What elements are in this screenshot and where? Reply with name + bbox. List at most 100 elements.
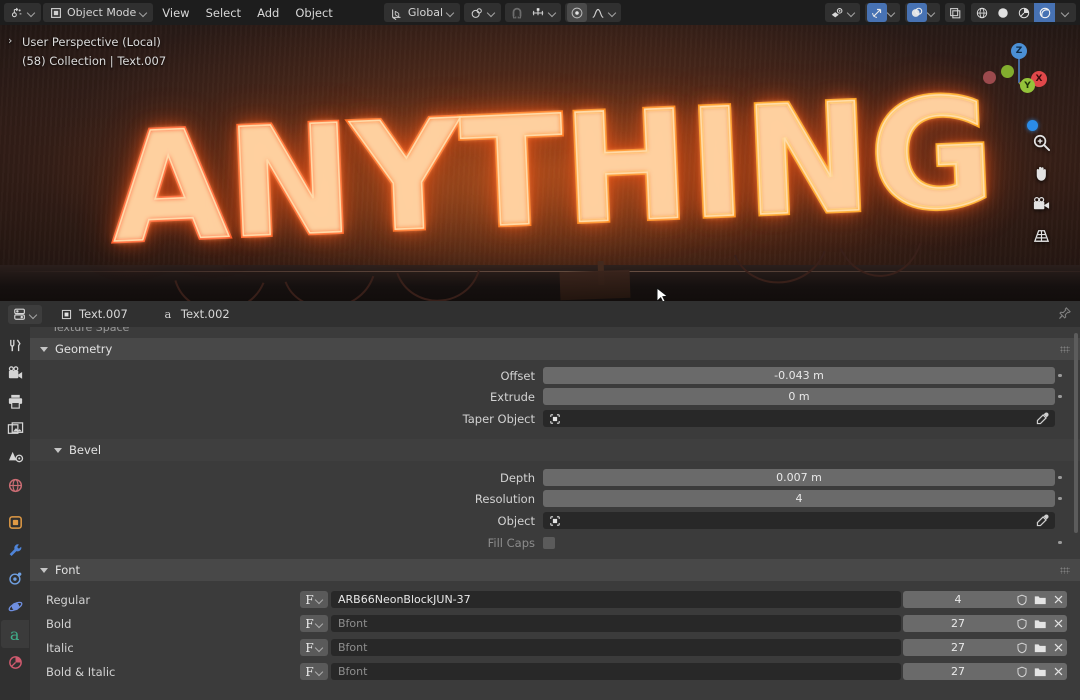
- unlink-font-button-bold-italic[interactable]: [1049, 663, 1067, 680]
- field-taper-object[interactable]: [543, 410, 1055, 427]
- user-count-regular[interactable]: 4: [903, 591, 1013, 608]
- tab-modifiers[interactable]: [1, 536, 29, 564]
- proportional-editing-toggle[interactable]: [567, 3, 587, 22]
- chevron-down-icon[interactable]: [848, 9, 855, 16]
- gizmo-axis-neg-z[interactable]: [1027, 120, 1038, 131]
- show-overlays-toggle[interactable]: [907, 3, 927, 22]
- neon-sign-object[interactable]: A N Y T H I N G A N Y T H I N G: [67, 47, 1016, 301]
- field-bevel-object[interactable]: [543, 512, 1055, 529]
- navigation-gizmo[interactable]: Z X Y: [980, 39, 1058, 117]
- shading-options-chevron[interactable]: [1055, 3, 1076, 22]
- zoom-icon[interactable]: [1032, 133, 1051, 152]
- panel-drag-dots[interactable]: [1060, 346, 1070, 353]
- breadcrumb-data[interactable]: a Text.002: [158, 307, 234, 321]
- proportional-falloff-selector[interactable]: [588, 3, 608, 22]
- font-browse-button-bold[interactable]: F: [300, 615, 328, 632]
- tab-world[interactable]: [1, 471, 29, 499]
- menu-select[interactable]: Select: [199, 3, 248, 22]
- tab-output[interactable]: [1, 387, 29, 415]
- fake-user-button-italic[interactable]: [1013, 639, 1031, 656]
- tab-object-data[interactable]: a: [1, 620, 29, 648]
- panel-header-bevel[interactable]: Bevel: [30, 439, 1080, 461]
- fake-user-button-bold[interactable]: [1013, 615, 1031, 632]
- eyedropper-icon[interactable]: [1035, 513, 1050, 528]
- fake-user-button-bold-italic[interactable]: [1013, 663, 1031, 680]
- animate-property-extrude[interactable]: [1055, 388, 1065, 405]
- editor-type-selector[interactable]: [4, 3, 41, 22]
- properties-panel-zone[interactable]: Texture Space Geometry Offset -0.043 m E…: [30, 327, 1080, 700]
- snap-magnet-toggle[interactable]: [507, 3, 527, 22]
- open-font-button-bold-italic[interactable]: [1031, 663, 1049, 680]
- unlink-font-button-regular[interactable]: [1049, 591, 1067, 608]
- pan-hand-icon[interactable]: [1032, 164, 1051, 183]
- chevron-down-icon[interactable]: [888, 9, 895, 16]
- font-browse-button-italic[interactable]: F: [300, 639, 328, 656]
- sidebar-expand-caret[interactable]: ›: [8, 34, 12, 47]
- gizmo-axis-neg-y[interactable]: [1001, 65, 1014, 78]
- menu-object[interactable]: Object: [288, 3, 339, 22]
- field-extrude[interactable]: 0 m: [543, 388, 1055, 405]
- tab-material[interactable]: [1, 648, 29, 676]
- tab-render[interactable]: [1, 359, 29, 387]
- properties-scrollbar[interactable]: [1074, 333, 1078, 533]
- field-bevel-depth[interactable]: 0.007 m: [543, 469, 1055, 486]
- panel-header-geometry[interactable]: Geometry: [30, 338, 1080, 360]
- eyedropper-icon[interactable]: [1035, 411, 1050, 426]
- unlink-font-button-bold[interactable]: [1049, 615, 1067, 632]
- pin-id-button[interactable]: [1058, 305, 1072, 324]
- chevron-down-icon[interactable]: [928, 9, 935, 16]
- open-font-button-regular[interactable]: [1031, 591, 1049, 608]
- breadcrumb-object[interactable]: Text.007: [56, 307, 132, 321]
- object-visibility-button[interactable]: [827, 3, 847, 22]
- transform-orientation-selector[interactable]: Global: [383, 3, 460, 22]
- properties-editor-type-selector[interactable]: [8, 304, 42, 324]
- field-offset[interactable]: -0.043 m: [543, 367, 1055, 384]
- snap-target-selector[interactable]: [528, 3, 548, 22]
- shading-wireframe-button[interactable]: [971, 3, 992, 22]
- animate-property-bevel-resolution[interactable]: [1055, 490, 1065, 507]
- animate-property-fill-caps[interactable]: [1055, 534, 1065, 551]
- open-font-button-italic[interactable]: [1031, 639, 1049, 656]
- toggle-xray-button[interactable]: [945, 3, 965, 22]
- panel-header-font[interactable]: Font: [30, 559, 1080, 581]
- gizmo-axis-z[interactable]: Z: [1011, 43, 1027, 59]
- field-font-regular[interactable]: ARB66NeonBlockJUN-37: [331, 591, 901, 608]
- open-font-button-bold[interactable]: [1031, 615, 1049, 632]
- field-font-bold[interactable]: Bfont: [331, 615, 901, 632]
- animate-property-offset[interactable]: [1055, 367, 1065, 384]
- panel-drag-dots[interactable]: [1060, 567, 1070, 574]
- tab-object[interactable]: [1, 508, 29, 536]
- gizmo-axis-y[interactable]: Y: [1020, 78, 1035, 93]
- tab-particles[interactable]: [1, 564, 29, 592]
- camera-view-icon[interactable]: [1032, 195, 1051, 214]
- mode-selector[interactable]: Object Mode: [43, 3, 154, 22]
- chevron-down-icon[interactable]: [609, 9, 616, 16]
- menu-add[interactable]: Add: [250, 3, 286, 22]
- gizmo-axis-neg-x[interactable]: [983, 71, 996, 84]
- chevron-down-icon[interactable]: [549, 9, 556, 16]
- clipped-panel-texture-space[interactable]: Texture Space: [30, 327, 1080, 338]
- field-bevel-resolution[interactable]: 4: [543, 490, 1055, 507]
- shading-rendered-button[interactable]: [1034, 3, 1055, 22]
- tab-view-layer[interactable]: [1, 415, 29, 443]
- fake-user-button-regular[interactable]: [1013, 591, 1031, 608]
- tab-tool[interactable]: [1, 331, 29, 359]
- font-browse-button-bold-italic[interactable]: F: [300, 663, 328, 680]
- show-gizmo-toggle[interactable]: [867, 3, 887, 22]
- toggle-ortho-grid-icon[interactable]: [1032, 226, 1051, 245]
- unlink-font-button-italic[interactable]: [1049, 639, 1067, 656]
- tab-physics[interactable]: [1, 592, 29, 620]
- field-font-italic[interactable]: Bfont: [331, 639, 901, 656]
- checkbox-fill-caps[interactable]: [543, 536, 555, 549]
- menu-view[interactable]: View: [155, 3, 196, 22]
- field-font-bold-italic[interactable]: Bfont: [331, 663, 901, 680]
- 3d-viewport[interactable]: A N Y T H I N G A N Y T H I N G › User P…: [0, 25, 1080, 301]
- user-count-italic[interactable]: 27: [903, 639, 1013, 656]
- shading-material-button[interactable]: [1013, 3, 1034, 22]
- user-count-bold[interactable]: 27: [903, 615, 1013, 632]
- shading-solid-button[interactable]: [992, 3, 1013, 22]
- tab-scene[interactable]: [1, 443, 29, 471]
- animate-property-bevel-depth[interactable]: [1055, 469, 1065, 486]
- user-count-bold-italic[interactable]: 27: [903, 663, 1013, 680]
- font-browse-button-regular[interactable]: F: [300, 591, 328, 608]
